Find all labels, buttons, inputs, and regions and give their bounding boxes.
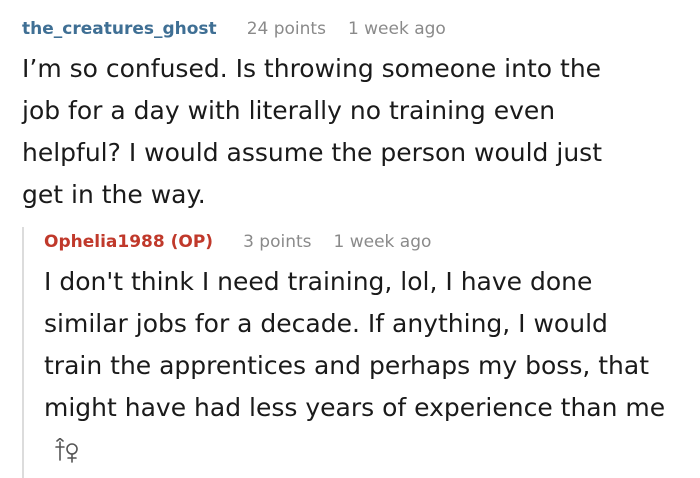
reply-thread-line — [22, 227, 24, 478]
comment-username[interactable]: the_creatures_ghost — [22, 19, 217, 39]
comment-timestamp[interactable]: 1 week ago — [348, 19, 446, 39]
reply-timestamp[interactable]: 1 week ago — [334, 232, 432, 252]
gender-badge-icon — [55, 438, 78, 463]
comment-points: 24 points — [246, 19, 326, 39]
reply-username[interactable]: Ophelia1988 (OP) — [44, 232, 213, 252]
comment-thread: the_creatures_ghost 24 points 1 week ago… — [0, 0, 700, 478]
reply-points: 3 points — [243, 232, 312, 252]
reply-body: I don't think I need training, lol, I ha… — [44, 267, 666, 422]
comment-body: I’m so confused. Is throwing someone int… — [22, 54, 602, 209]
comment-meta: the_creatures_ghost 24 points 1 week ago — [22, 19, 446, 39]
reply-meta: Ophelia1988 (OP) 3 points 1 week ago — [44, 232, 431, 252]
